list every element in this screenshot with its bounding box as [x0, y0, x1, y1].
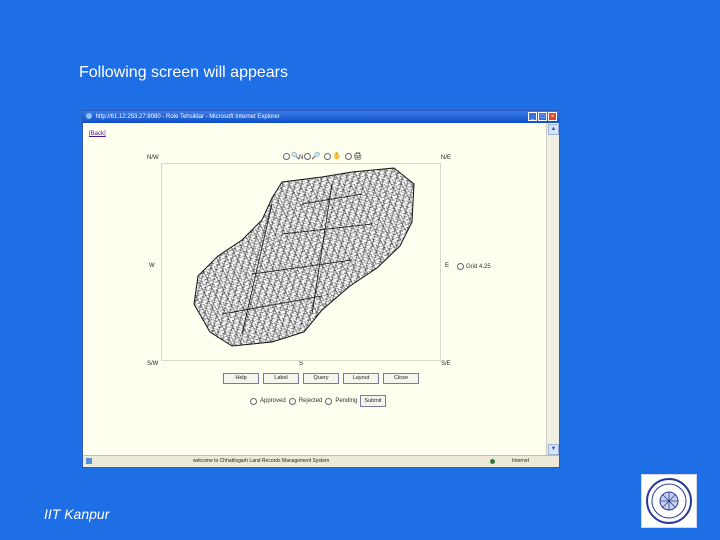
compass-southwest-button[interactable]: S/W	[147, 361, 158, 367]
cadastral-map[interactable]	[161, 163, 441, 361]
map-toolbar: 🔍 🔎 ✋ 🖨	[283, 152, 362, 160]
security-zone-label: Internet	[512, 458, 529, 464]
back-link[interactable]: [Back]	[89, 131, 106, 137]
page-done-icon	[86, 458, 92, 464]
close-window-button[interactable]: ×	[548, 112, 557, 121]
print-radio[interactable]	[345, 152, 353, 160]
compass-northeast-button[interactable]: N/E	[441, 155, 451, 161]
browser-window: http://61.12.253.27:8080 - Role Tehsilda…	[82, 110, 560, 468]
window-controls: _ □ ×	[528, 112, 557, 121]
zoom-in-tool[interactable]: 🔍	[283, 152, 300, 160]
compass-northwest-button[interactable]: N/W	[147, 155, 159, 161]
query-button[interactable]: Query	[303, 373, 339, 384]
zoom-in-radio[interactable]	[283, 152, 290, 160]
slide-heading: Following screen will appears	[79, 64, 288, 81]
status-message: welcome to Chhattisgarh Land Records Man…	[193, 458, 330, 464]
grid-option[interactable]: Grid 4.25	[457, 263, 491, 270]
maximize-button[interactable]: □	[538, 112, 547, 121]
vertical-scrollbar[interactable]: ▲ ▼	[546, 123, 559, 456]
label-button[interactable]: Label	[263, 373, 299, 384]
approved-label: Approved	[260, 398, 286, 404]
compass-north-button[interactable]: N	[299, 155, 303, 161]
pan-tool[interactable]: ✋	[324, 152, 341, 160]
approval-status-row: Approved Rejected Pending Submit	[250, 395, 386, 407]
zoom-out-icon[interactable]: 🔎	[312, 152, 321, 160]
print-icon[interactable]: 🖨	[353, 152, 362, 160]
pan-icon[interactable]: ✋	[332, 152, 341, 160]
page-content: [Back] 🔍 🔎 ✋ 🖨 N/W N N/E W E S/W S S/E G…	[83, 123, 547, 456]
compass-west-button[interactable]: W	[149, 263, 155, 269]
pan-radio[interactable]	[324, 152, 332, 160]
pending-radio[interactable]	[325, 397, 333, 405]
submit-button[interactable]: Submit	[360, 395, 386, 407]
zoom-out-tool[interactable]: 🔎	[303, 152, 321, 160]
help-button[interactable]: Help	[223, 373, 259, 384]
rejected-label: Rejected	[298, 398, 323, 404]
rejected-radio[interactable]	[288, 397, 296, 405]
compass-south-button[interactable]: S	[299, 361, 303, 367]
compass-southeast-button[interactable]: S/E	[441, 361, 451, 367]
iit-kanpur-seal-icon	[646, 478, 692, 524]
grid-label: Grid 4.25	[466, 263, 491, 270]
close-button[interactable]: Close	[383, 373, 419, 384]
parcel-map-drawing	[193, 167, 415, 347]
layout-button[interactable]: Layout	[343, 373, 379, 384]
zoom-out-radio[interactable]	[303, 152, 311, 160]
institute-logo	[641, 474, 697, 528]
internet-zone-icon	[490, 459, 495, 464]
pending-label: Pending	[335, 398, 358, 404]
compass-east-button[interactable]: E	[445, 263, 449, 269]
window-title: http://61.12.253.27:8080 - Role Tehsilda…	[95, 114, 280, 120]
grid-radio[interactable]	[457, 263, 464, 270]
scroll-down-icon[interactable]: ▼	[548, 444, 559, 455]
scroll-up-icon[interactable]: ▲	[548, 124, 559, 135]
approved-radio[interactable]	[250, 397, 257, 405]
title-bar: http://61.12.253.27:8080 - Role Tehsilda…	[83, 111, 559, 123]
minimize-button[interactable]: _	[528, 112, 537, 121]
browser-status-bar: welcome to Chhattisgarh Land Records Man…	[83, 455, 559, 467]
print-tool[interactable]: 🖨	[345, 152, 362, 160]
internet-explorer-icon	[86, 113, 92, 120]
map-action-buttons: Help Label Query Layout Close	[223, 373, 419, 384]
footer-label: IIT Kanpur	[44, 506, 110, 522]
